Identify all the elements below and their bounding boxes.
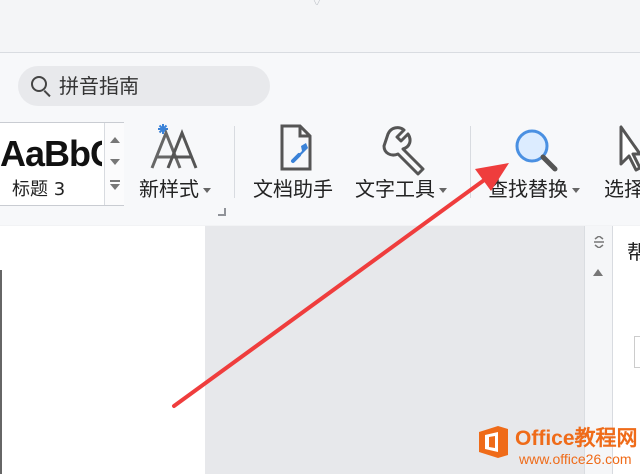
page-edge [0,270,2,474]
style-preview[interactable]: AaBbCc 标题 3 [0,122,124,206]
panel-frame [634,336,640,368]
split-icon [594,236,604,248]
scroll-up-icon[interactable] [593,269,603,276]
select-button[interactable]: 选择 [604,122,640,210]
find-replace-button[interactable]: 查找替换 [485,122,591,210]
watermark: Office教程网 www.office26.com [472,412,640,474]
chevron-down-icon[interactable] [110,159,120,165]
new-style-button[interactable]: 新样式 [134,122,222,210]
ribbon-divider [470,126,471,198]
search-text: 拼音指南 [59,74,139,98]
document-assistant-label: 文档助手 [253,177,333,201]
search-box[interactable]: 拼音指南 [18,66,270,106]
style-gallery-scroll[interactable] [104,123,124,205]
more-styles-icon[interactable] [110,180,120,190]
new-style-label: 新样式 [139,177,199,201]
title-area: ▽ [0,0,640,53]
find-replace-label: 查找替换 [488,177,568,201]
magnifier-icon [515,129,558,172]
text-tools-label: 文字工具 [355,177,435,201]
new-style-icon [150,124,198,169]
wrench-icon [382,126,425,176]
ribbon-divider [234,126,235,198]
document-assistant-button[interactable]: 文档助手 [248,122,342,210]
group-launcher-icon[interactable] [218,208,226,216]
panel-title: 帮 [627,240,640,264]
chevron-down-icon [203,188,211,193]
chevron-up-icon[interactable] [110,137,120,143]
watermark-brand: Office教程网 [515,427,638,450]
title-marker: ▽ [313,0,325,5]
cursor-icon [619,125,640,172]
watermark-url: www.office26.com [519,451,632,467]
search-icon [31,76,47,92]
select-label: 选择 [604,177,640,201]
office-logo-icon [479,426,508,458]
style-caption: 标题 3 [12,179,66,200]
chevron-down-icon [572,188,580,193]
document-assistant-icon [280,124,312,171]
text-tools-button[interactable]: 文字工具 [352,122,458,210]
document-page[interactable] [0,226,205,474]
chevron-down-icon [439,188,447,193]
style-preview-text: AaBbCc [0,133,102,174]
